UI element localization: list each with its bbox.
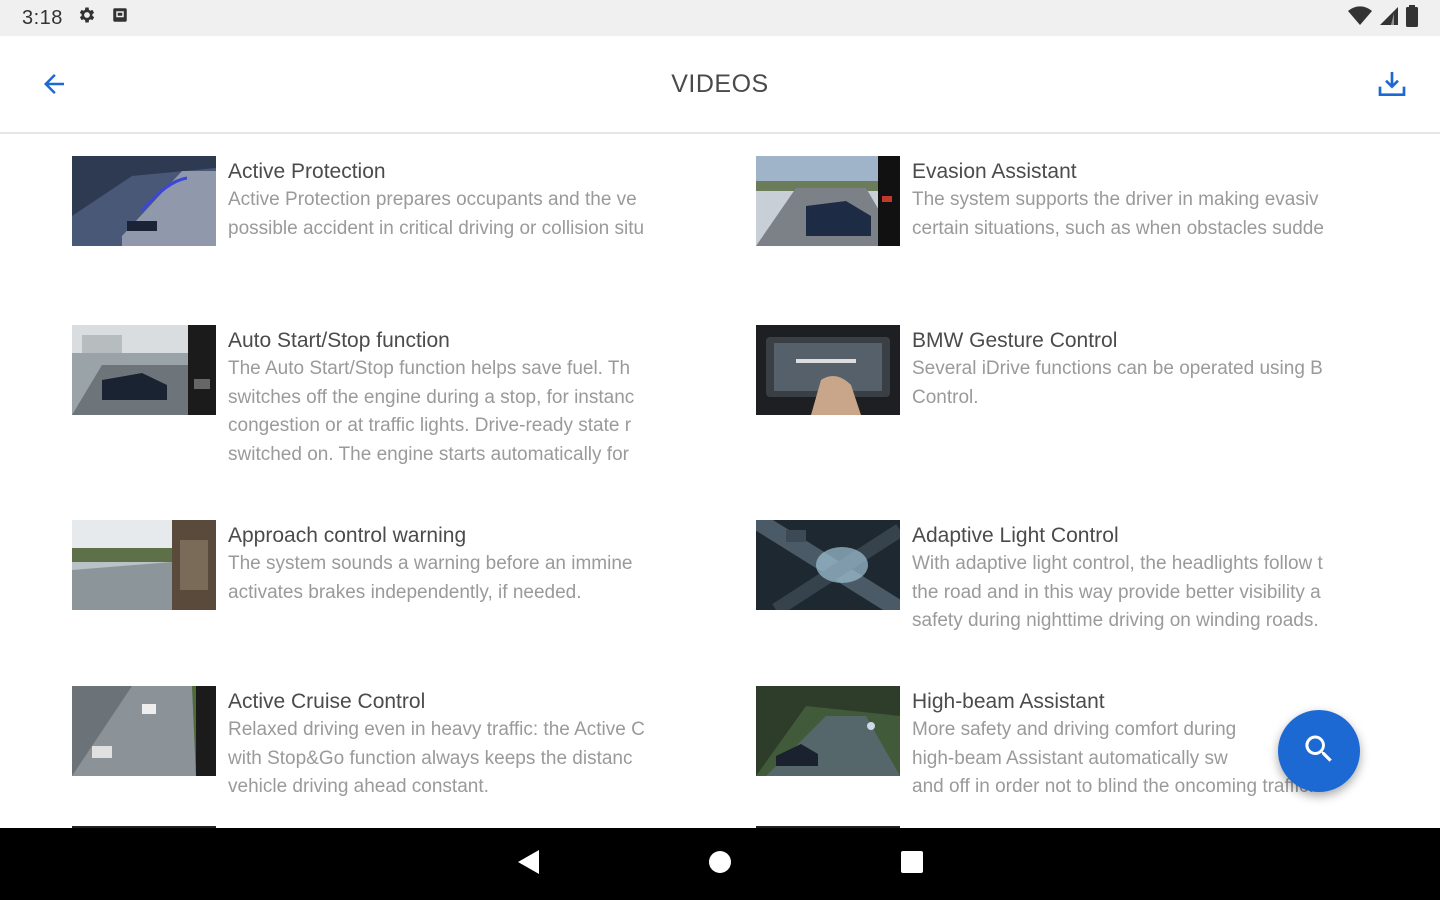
wifi-icon bbox=[1348, 5, 1372, 31]
video-title: Adaptive Light Control bbox=[912, 524, 1119, 547]
status-time: 3:18 bbox=[22, 6, 63, 29]
video-item-approach-control[interactable]: Approach control warning The system soun… bbox=[72, 520, 692, 610]
nav-home-button[interactable] bbox=[702, 846, 738, 882]
back-triangle-icon bbox=[515, 848, 541, 881]
search-button[interactable] bbox=[1278, 710, 1360, 792]
video-thumbnail bbox=[756, 325, 900, 415]
status-bar: 3:18 bbox=[0, 0, 1440, 36]
home-circle-icon bbox=[707, 849, 733, 880]
page-title: VIDEOS bbox=[671, 70, 769, 98]
video-description: The Auto Start/Stop function helps save … bbox=[228, 358, 635, 465]
video-title: Approach control warning bbox=[228, 524, 467, 547]
video-title: Active Protection bbox=[228, 160, 386, 183]
video-description: The system sounds a warning before an im… bbox=[228, 553, 633, 603]
video-title: Auto Start/Stop function bbox=[228, 329, 450, 352]
video-list: Active Protection Active Protection prep… bbox=[0, 136, 1440, 828]
video-item-active-protection[interactable]: Active Protection Active Protection prep… bbox=[72, 156, 692, 246]
video-description: Several iDrive functions can be operated… bbox=[912, 358, 1323, 408]
video-thumbnail bbox=[756, 520, 900, 610]
video-thumbnail bbox=[756, 686, 900, 776]
recents-square-icon bbox=[899, 849, 925, 880]
signal-icon bbox=[1380, 6, 1398, 30]
video-description: Relaxed driving even in heavy traffic: t… bbox=[228, 719, 645, 797]
video-item-adaptive-light[interactable]: Adaptive Light Control With adaptive lig… bbox=[756, 520, 1376, 636]
nav-recents-button[interactable] bbox=[894, 846, 930, 882]
status-left: 3:18 bbox=[22, 5, 129, 31]
download-icon bbox=[1376, 68, 1408, 105]
nav-back-button[interactable] bbox=[510, 846, 546, 882]
video-description: The system supports the driver in making… bbox=[912, 189, 1324, 239]
status-right bbox=[1348, 4, 1418, 32]
video-thumbnail bbox=[72, 686, 216, 776]
video-thumbnail bbox=[72, 520, 216, 610]
app-bar: VIDEOS bbox=[0, 36, 1440, 134]
video-description: With adaptive light control, the headlig… bbox=[912, 553, 1323, 631]
system-nav-bar bbox=[0, 828, 1440, 900]
video-title: BMW Gesture Control bbox=[912, 329, 1118, 352]
battery-icon bbox=[1406, 4, 1418, 32]
video-title: Evasion Assistant bbox=[912, 160, 1077, 183]
video-thumbnail bbox=[72, 325, 216, 415]
video-item-active-cruise[interactable]: Active Cruise Control Relaxed driving ev… bbox=[72, 686, 692, 802]
notification-icon bbox=[111, 6, 129, 30]
video-thumbnail bbox=[72, 156, 216, 246]
video-thumbnail bbox=[756, 156, 900, 246]
video-description: Active Protection prepares occupants and… bbox=[228, 189, 645, 239]
video-title: Active Cruise Control bbox=[228, 690, 426, 713]
download-button[interactable] bbox=[1370, 64, 1414, 108]
video-title: High-beam Assistant bbox=[912, 690, 1105, 713]
video-item-gesture-control[interactable]: BMW Gesture Control Several iDrive funct… bbox=[756, 325, 1376, 415]
video-item-auto-start-stop[interactable]: Auto Start/Stop function The Auto Start/… bbox=[72, 325, 692, 469]
gear-icon bbox=[77, 5, 97, 31]
search-icon bbox=[1301, 731, 1337, 772]
video-item-evasion-assistant[interactable]: Evasion Assistant The system supports th… bbox=[756, 156, 1376, 246]
